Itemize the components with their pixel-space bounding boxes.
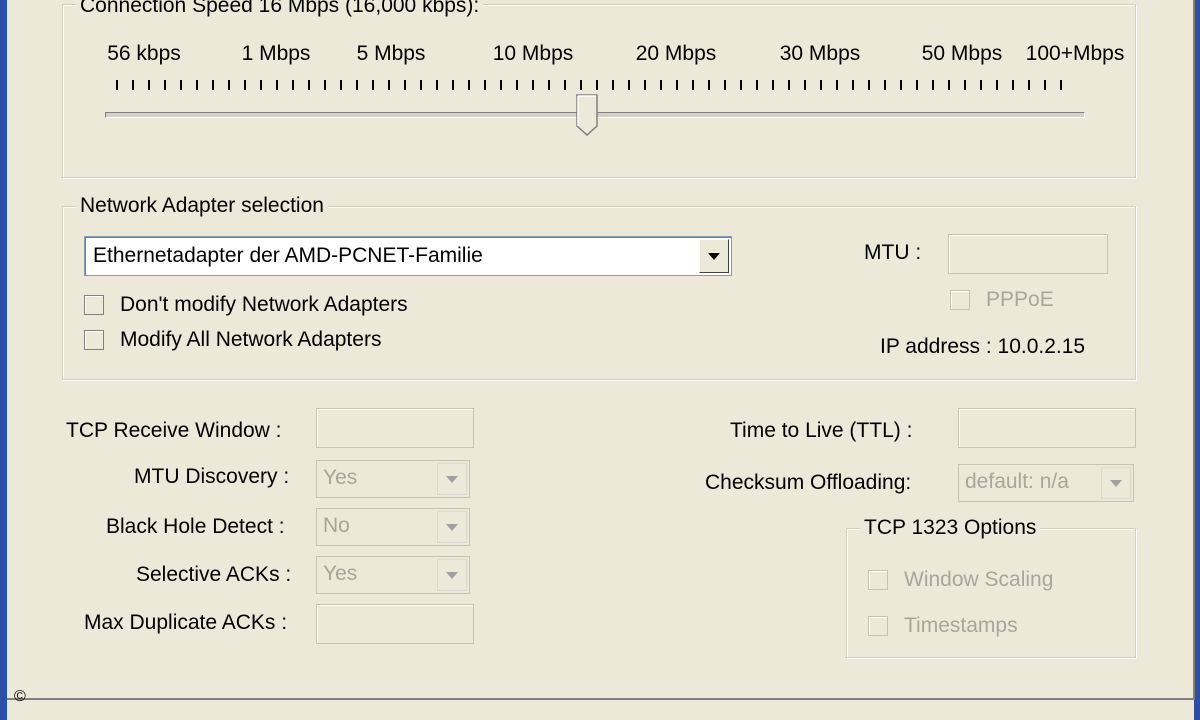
chevron-down-icon: [708, 252, 720, 260]
mtu-label: MTU :: [864, 241, 922, 264]
max-duplicate-acks-field[interactable]: [316, 604, 474, 644]
tick-label-50mbps: 50 Mbps: [921, 42, 1003, 65]
selective-acks-label: Selective ACKs :: [136, 563, 292, 586]
black-hole-dropdown-button[interactable]: [437, 511, 467, 543]
tick-label-1mbps: 1 Mbps: [241, 42, 311, 65]
checksum-offloading-label: Checksum Offloading:: [705, 471, 912, 494]
tcp1323-legend: TCP 1323 Options: [860, 516, 1041, 540]
timestamps-checkbox[interactable]: [868, 616, 888, 636]
checksum-dropdown-button[interactable]: [1101, 467, 1131, 499]
connection-speed-group: [62, 4, 1136, 178]
mtu-discovery-value: Yes: [323, 466, 358, 489]
dont-modify-checkbox[interactable]: [84, 295, 104, 315]
chevron-down-icon: [446, 571, 458, 579]
black-hole-detect-value: No: [323, 514, 350, 537]
mtu-discovery-select[interactable]: Yes: [316, 460, 470, 498]
checksum-offloading-select[interactable]: default: n/a: [958, 464, 1134, 502]
window-scaling-label: Window Scaling: [904, 568, 1054, 591]
black-hole-detect-label: Black Hole Detect :: [106, 515, 285, 538]
selective-acks-select[interactable]: Yes: [316, 556, 470, 594]
ttl-label: Time to Live (TTL) :: [730, 419, 913, 442]
connection-speed-legend: Connection Speed 16 Mbps (16,000 kbps):: [76, 0, 484, 18]
ip-address-label: IP address : 10.0.2.15: [880, 335, 1086, 358]
tcp-receive-window-label: TCP Receive Window :: [66, 419, 282, 442]
tcp-receive-window-field[interactable]: [316, 408, 474, 448]
pppoe-checkbox[interactable]: [950, 290, 970, 310]
tick-label-56kbps: 56 kbps: [107, 42, 181, 65]
chevron-down-icon: [446, 523, 458, 531]
modify-all-label: Modify All Network Adapters: [120, 328, 382, 351]
adapter-select[interactable]: Ethernetadapter der AMD-PCNET-Familie: [84, 236, 732, 276]
pppoe-label: PPPoE: [986, 288, 1054, 311]
speed-slider-thumb[interactable]: [576, 94, 598, 136]
chevron-down-icon: [446, 475, 458, 483]
modify-all-checkbox[interactable]: [84, 330, 104, 350]
ttl-field[interactable]: [958, 408, 1136, 448]
copyright-mark: ©: [14, 688, 26, 705]
chevron-down-icon: [1110, 479, 1122, 487]
dont-modify-label: Don't modify Network Adapters: [120, 293, 408, 316]
max-duplicate-acks-label: Max Duplicate ACKs :: [84, 611, 288, 634]
slider-ticks: [116, 80, 1076, 90]
tick-label-100mbps: 100+Mbps: [1025, 42, 1125, 65]
network-adapter-legend: Network Adapter selection: [76, 194, 328, 218]
window-scaling-checkbox[interactable]: [868, 570, 888, 590]
adapter-select-dropdown-button[interactable]: [699, 239, 729, 273]
window-border-left: [0, 0, 7, 720]
selective-acks-dropdown-button[interactable]: [437, 559, 467, 591]
tick-label-10mbps: 10 Mbps: [492, 42, 574, 65]
tick-label-5mbps: 5 Mbps: [356, 42, 426, 65]
adapter-select-value: Ethernetadapter der AMD-PCNET-Familie: [93, 244, 483, 267]
tick-label-30mbps: 30 Mbps: [779, 42, 861, 65]
mtu-field[interactable]: [948, 234, 1108, 274]
timestamps-label: Timestamps: [904, 614, 1018, 637]
mtu-discovery-label: MTU Discovery :: [134, 465, 290, 488]
tick-label-20mbps: 20 Mbps: [635, 42, 717, 65]
selective-acks-value: Yes: [323, 562, 358, 585]
mtu-discovery-dropdown-button[interactable]: [437, 463, 467, 495]
black-hole-detect-select[interactable]: No: [316, 508, 470, 546]
checksum-offloading-value: default: n/a: [965, 470, 1069, 493]
